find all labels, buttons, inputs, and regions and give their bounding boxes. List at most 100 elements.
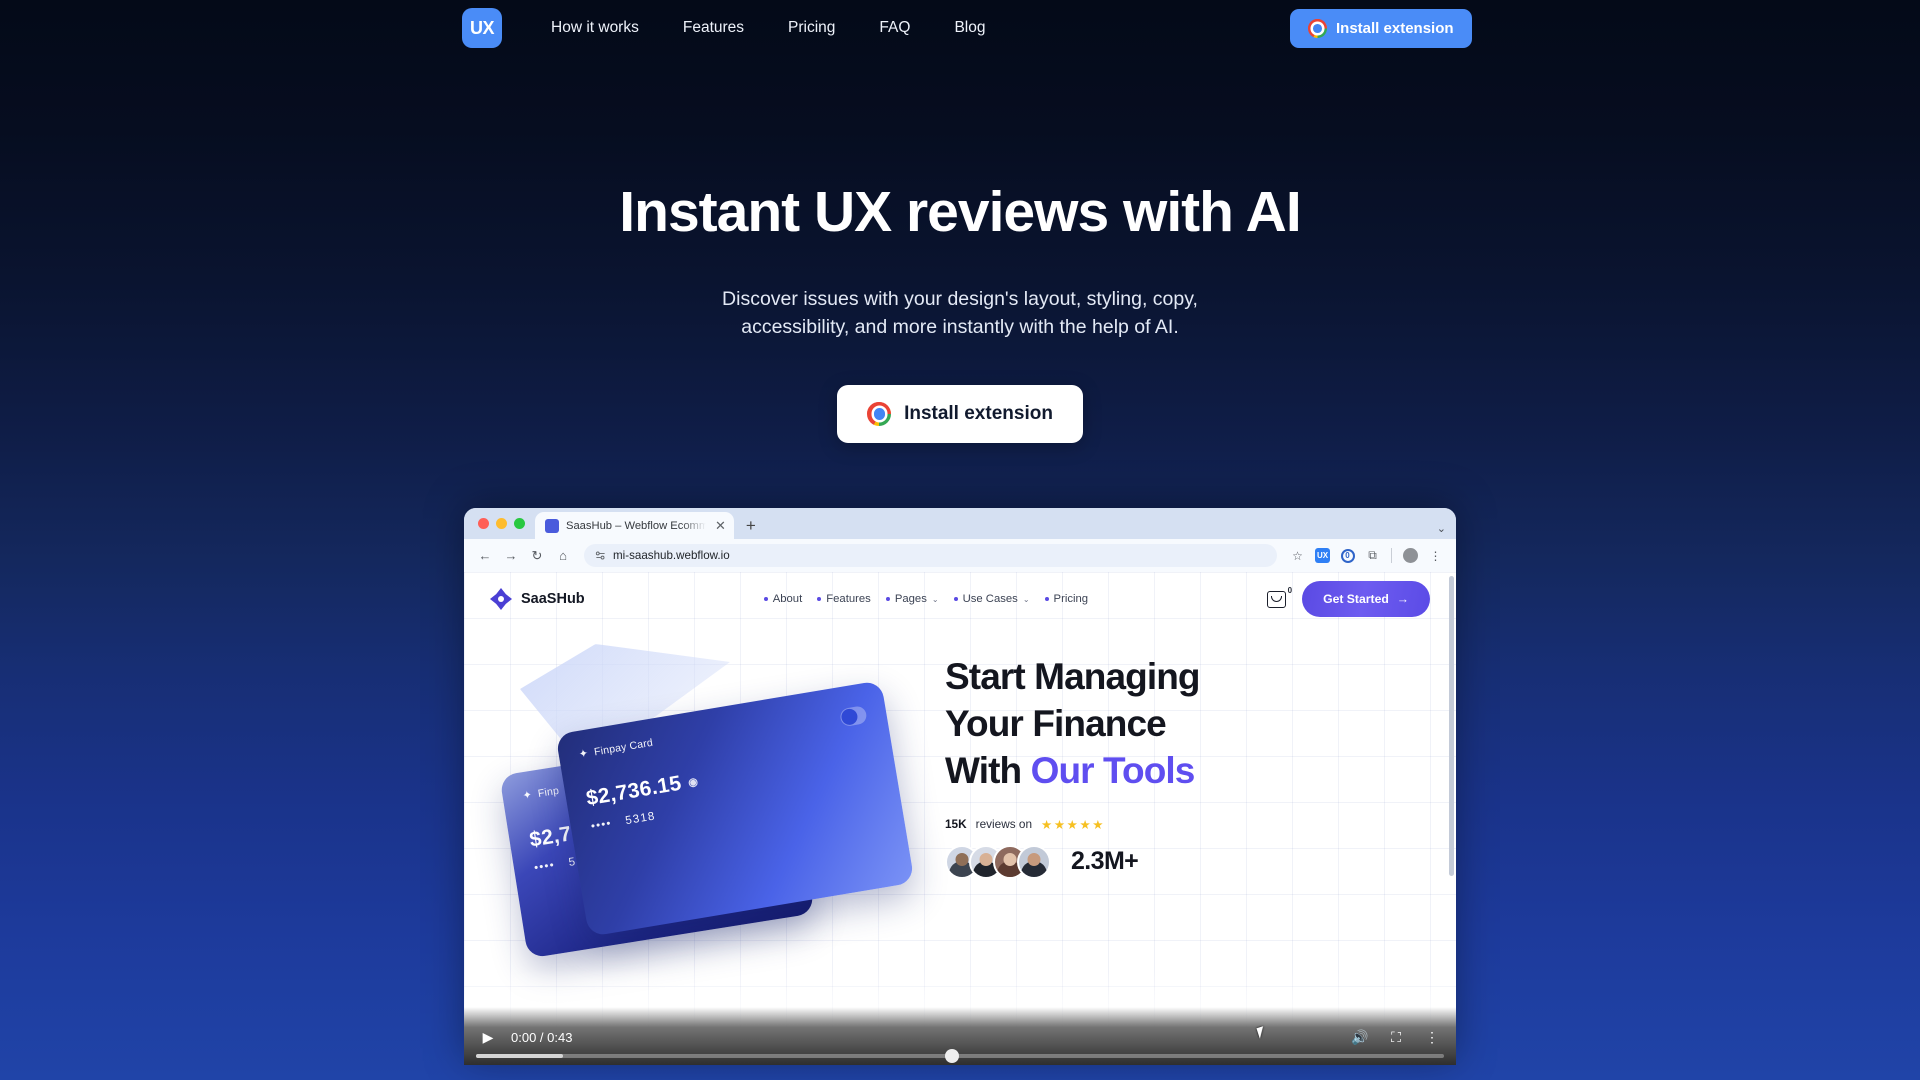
arrow-right-icon: → (1396, 592, 1409, 606)
hero-subtitle: Discover issues with your design's layou… (0, 285, 1920, 342)
url-text: mi-saashub.webflow.io (613, 549, 730, 562)
saashub-nav-features[interactable]: Features (817, 593, 871, 605)
hero-subtitle-line-2: accessibility, and more instantly with t… (741, 316, 1179, 339)
close-tab-icon[interactable]: ✕ (715, 518, 726, 534)
saashub-nav-pricing-label: Pricing (1053, 593, 1089, 605)
card-number-last4: 5318 (624, 810, 657, 828)
minimize-window-icon[interactable] (496, 518, 507, 529)
browser-tab[interactable]: SaasHub – Webflow Ecomme ✕ (535, 512, 734, 539)
card-brand-label: Finpay Card (593, 736, 654, 758)
home-icon[interactable]: ⌂ (552, 545, 574, 567)
extension-icon[interactable]: 0 (1337, 545, 1358, 566)
volume-icon[interactable]: 🔊 (1349, 1026, 1371, 1048)
bookmark-star-icon[interactable]: ☆ (1287, 545, 1308, 566)
saashub-navigation: SaaSHub About Features Pages ⌄ Use Cases… (464, 572, 1456, 626)
saashub-nav-use-cases-label: Use Cases (962, 593, 1018, 605)
chrome-icon (1308, 19, 1327, 38)
maximize-window-icon[interactable] (514, 518, 525, 529)
back-icon[interactable]: ← (474, 545, 496, 567)
play-button[interactable]: ▶ (477, 1026, 499, 1048)
get-started-label: Get Started (1323, 592, 1389, 606)
hero-cta-container: Install extension (0, 385, 1920, 443)
install-extension-button-nav[interactable]: Install extension (1290, 9, 1472, 48)
headline-line-1: Start Managing (945, 656, 1201, 697)
fullscreen-icon[interactable]: ⛶ (1385, 1026, 1407, 1048)
top-navigation-bar: UX How it works Features Pricing FAQ Blo… (0, 0, 1920, 56)
cart-icon[interactable]: 0 (1267, 586, 1292, 608)
get-started-button[interactable]: Get Started → (1302, 581, 1430, 617)
nav-item-faq[interactable]: FAQ (857, 11, 932, 45)
bullet-icon (953, 597, 958, 601)
ux-extension-icon[interactable]: UX (1312, 545, 1333, 566)
saashub-nav-about[interactable]: About (763, 593, 802, 605)
nav-item-how-it-works[interactable]: How it works (529, 11, 661, 45)
chevron-down-icon[interactable]: ⌄ (1437, 522, 1446, 535)
headline-line-2: Your Finance (945, 702, 1167, 744)
install-extension-nav-label: Install extension (1336, 20, 1454, 37)
scrollbar[interactable] (1449, 576, 1454, 876)
nav-item-features[interactable]: Features (661, 11, 766, 45)
saashub-nav-links: About Features Pages ⌄ Use Cases ⌄ Prici… (763, 593, 1089, 605)
install-extension-hero-label: Install extension (904, 403, 1053, 424)
card-balance-value: $2,736.15 (584, 771, 684, 811)
saashub-hero-text: Start Managing Your Finance With Our Too… (945, 644, 1430, 974)
saashub-nav-pricing[interactable]: Pricing (1044, 593, 1089, 605)
video-progress-thumb[interactable] (945, 1049, 960, 1063)
avatar (1017, 844, 1051, 879)
headline-line-3-plain: With (945, 749, 1031, 791)
nav-links: How it works Features Pricing FAQ Blog (529, 11, 1007, 45)
cart-count-badge: 0 (1287, 585, 1293, 595)
card-brand-icon: ✦ (521, 788, 534, 803)
saashub-nav-actions: 0 Get Started → (1267, 581, 1430, 617)
new-tab-icon[interactable]: + (746, 516, 756, 536)
site-logo[interactable]: UX (462, 8, 502, 48)
headline-accent: Our Tools (1030, 749, 1196, 791)
card-number-dots: •••• (533, 859, 556, 875)
divider (1391, 548, 1392, 563)
star-rating-icon: ★★★★★ (1041, 817, 1106, 832)
card-brand-icon: ✦ (578, 747, 590, 761)
saashub-logo-icon (490, 588, 512, 610)
saashub-nav-pages-label: Pages (894, 593, 927, 605)
saashub-nav-use-cases[interactable]: Use Cases ⌄ (953, 593, 1030, 605)
saashub-logo[interactable]: SaaSHub (490, 588, 585, 610)
tab-favicon (545, 518, 559, 533)
tab-title: SaasHub – Webflow Ecomme (566, 519, 706, 532)
chrome-icon (867, 402, 892, 426)
url-input[interactable]: mi-saashub.webflow.io (584, 544, 1277, 567)
close-window-icon[interactable] (478, 518, 489, 529)
puzzle-extensions-icon[interactable]: ⧉ (1362, 545, 1383, 566)
site-settings-icon (595, 551, 605, 560)
eye-toggle-icon[interactable]: ◉ (687, 774, 699, 788)
user-count: 2.3M+ (1071, 847, 1139, 876)
install-extension-button-hero[interactable]: Install extension (837, 385, 1083, 443)
reviews-label: reviews on (975, 817, 1033, 832)
bullet-icon (817, 597, 822, 601)
video-progress-bar[interactable] (476, 1049, 1444, 1063)
chevron-down-icon: ⌄ (1022, 594, 1030, 604)
headline-line-3: With Our Tools (945, 748, 1430, 795)
reviews-summary: 15K reviews on ★★★★★ (945, 817, 1430, 832)
avatar[interactable] (1400, 545, 1421, 566)
forward-icon[interactable]: → (500, 545, 522, 567)
nav-item-blog[interactable]: Blog (932, 11, 1007, 45)
card-balance-value: $2,7 (527, 822, 574, 852)
page-title: Instant UX reviews with AI (619, 180, 1301, 244)
credit-cards-illustration: ✦ Finp $2,7 •••• 5318 ✦ Finpay C (490, 644, 945, 974)
video-menu-icon[interactable]: ⋮ (1421, 1026, 1443, 1048)
browser-tab-strip: SaasHub – Webflow Ecomme ✕ + ⌄ (464, 508, 1456, 539)
avatar-group (945, 844, 1051, 879)
saashub-nav-pages[interactable]: Pages ⌄ (885, 593, 939, 605)
bullet-icon (763, 597, 768, 601)
bullet-icon (885, 597, 890, 601)
card-number-dots: •••• (590, 817, 613, 833)
reload-icon[interactable]: ↻ (526, 545, 548, 567)
nav-item-pricing[interactable]: Pricing (766, 11, 857, 45)
browser-menu-icon[interactable]: ⋮ (1425, 545, 1446, 566)
saashub-nav-features-label: Features (826, 593, 871, 605)
demo-video-player[interactable]: SaasHub – Webflow Ecomme ✕ + ⌄ ← → ↻ ⌂ m… (464, 508, 1456, 1065)
saashub-brand-name: SaaSHub (521, 591, 585, 607)
browser-address-bar: ← → ↻ ⌂ mi-saashub.webflow.io ☆ UX 0 ⧉ ⋮ (464, 539, 1456, 572)
bullet-icon (1044, 597, 1049, 601)
saashub-headline: Start Managing Your Finance With Our Too… (945, 654, 1430, 795)
